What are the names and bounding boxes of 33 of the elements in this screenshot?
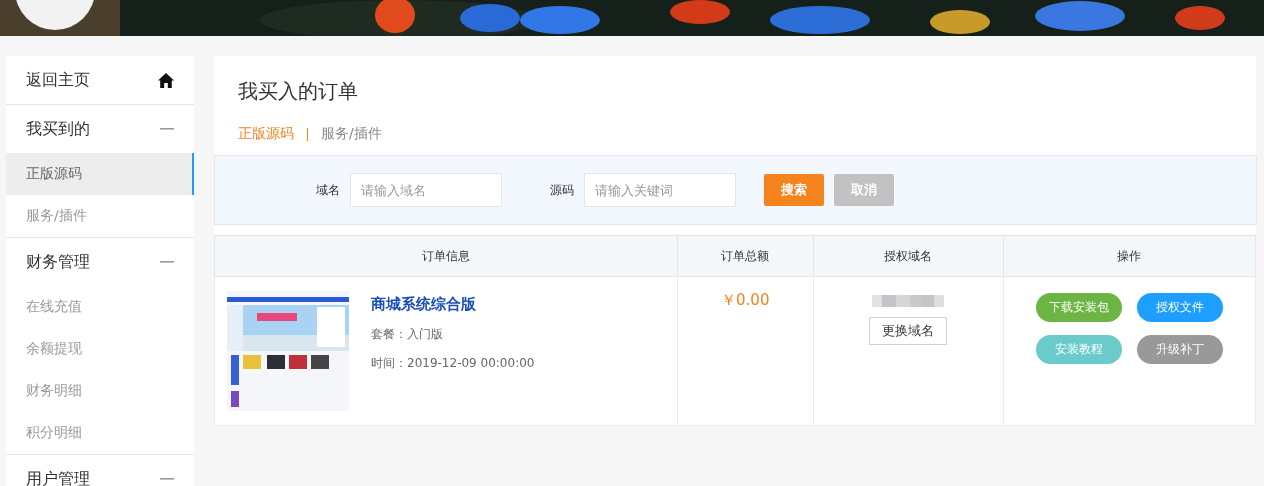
- tab[interactable]: 正版源码: [238, 125, 294, 143]
- sidebar-item[interactable]: 财务管理: [6, 238, 194, 286]
- action-button[interactable]: 升级补丁: [1136, 335, 1223, 364]
- time-text: 时间：2019-12-09 00:00:00: [371, 355, 535, 372]
- page-title: 我买入的订单: [237, 78, 359, 105]
- product-link[interactable]: 商城系统综合版: [371, 295, 535, 314]
- sidebar-item[interactable]: 积分明细: [6, 412, 194, 454]
- package-text: 套餐：入门版: [371, 326, 444, 343]
- sidebar-item[interactable]: 财务明细: [6, 370, 194, 412]
- column-header: 订单信息: [421, 248, 470, 263]
- search-button[interactable]: 搜索: [763, 174, 824, 206]
- sidebar-item[interactable]: 余额提现: [6, 328, 194, 370]
- action-button[interactable]: 安装教程: [1035, 335, 1122, 364]
- action-button[interactable]: 授权文件: [1136, 293, 1223, 322]
- sidebar-item[interactable]: 我买到的: [6, 105, 194, 153]
- action-button[interactable]: 下载安装包: [1035, 293, 1122, 322]
- field-label: 源码: [549, 181, 574, 199]
- column-header: 授权域名: [884, 248, 933, 263]
- sidebar-item[interactable]: 返回主页: [6, 56, 194, 104]
- order-amount: ￥0.00: [720, 290, 771, 310]
- column-header: 订单总额: [721, 248, 770, 263]
- cancel-button[interactable]: 取消: [833, 174, 894, 206]
- sidebar-item[interactable]: 在线充值: [6, 286, 194, 328]
- change-domain-button[interactable]: 更换域名: [869, 317, 948, 345]
- input-field[interactable]: 请输入域名: [349, 173, 502, 207]
- home-icon: [158, 72, 174, 88]
- sidebar-item[interactable]: 正版源码: [6, 153, 194, 195]
- sidebar-item[interactable]: 服务/插件: [6, 195, 194, 237]
- column-header: 操作: [1117, 248, 1142, 263]
- field-label: 域名: [315, 181, 340, 199]
- sidebar-item[interactable]: 用户管理: [6, 455, 194, 486]
- tab[interactable]: 服务/插件: [321, 125, 382, 143]
- input-field[interactable]: 请输入关键词: [583, 173, 736, 207]
